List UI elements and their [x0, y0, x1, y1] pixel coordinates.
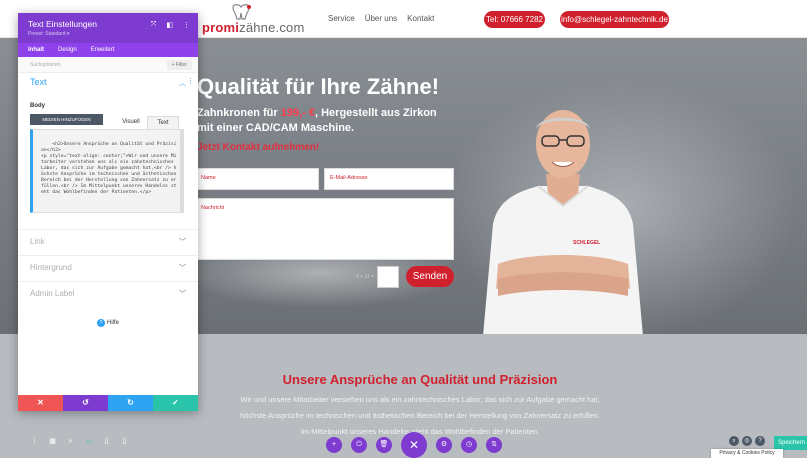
tab-text[interactable]: Text	[147, 116, 179, 129]
chevron-down-icon: ﹀	[179, 291, 186, 298]
section-link-toggle[interactable]: Link ﹀	[18, 229, 198, 253]
hero-cta: Jetzt Kontakt aufnehmen!	[197, 142, 320, 153]
person-image: SCHLEGEL	[483, 110, 643, 334]
captcha-input[interactable]	[377, 266, 399, 288]
email-input[interactable]: E-Mail-Adresse	[324, 168, 454, 190]
tab-erweitert[interactable]: Erweitert	[91, 43, 115, 57]
save-changes-button[interactable]: ✓	[153, 395, 198, 411]
section-admin-label: Admin Label	[30, 289, 75, 298]
save-button[interactable]: Speichern	[774, 436, 807, 450]
discard-button[interactable]: ✕	[18, 395, 63, 411]
chevron-up-icon: ︿	[179, 80, 186, 87]
hero-subtitle: Zahnkronen für 199,- €, Hergestellt aus …	[197, 107, 437, 134]
desktop-icon[interactable]: ▭	[84, 437, 93, 446]
site-logo[interactable]: promizähne.com	[196, 4, 304, 36]
panel-header-icons: ⤧ ◧ ⋮	[151, 21, 190, 29]
text-settings-panel: Text Einstellungen Preset: Standard ▾ ⤧ …	[18, 13, 198, 411]
captcha-label: 4 + 11 =	[356, 274, 374, 280]
body-text-editor[interactable]: <h2>Unsere Ansprüche an Qualität und Prä…	[30, 129, 184, 213]
nav-ueber-uns[interactable]: Über uns	[365, 14, 397, 23]
layers-icon[interactable]: ◎	[742, 436, 752, 446]
options-search: Suchoptionen + Filter	[18, 57, 198, 73]
hero-title: Qualität für Ihre Zähne!	[197, 74, 440, 99]
editor-tabs: Visuell Text	[115, 116, 179, 129]
more-icon[interactable]: ⋮	[183, 21, 190, 29]
email-button[interactable]: info@schlegel-zahntechnik.de	[560, 11, 669, 28]
tablet-icon[interactable]: ▯	[102, 437, 111, 446]
section-background-toggle[interactable]: Hintergrund ﹀	[18, 255, 198, 279]
split-view-icon[interactable]: ◧	[166, 21, 173, 29]
body-label: Body	[30, 103, 45, 109]
power-icon[interactable]: ⏻	[351, 437, 367, 453]
panel-footer: ✕ ↺ ↻ ✓	[18, 395, 198, 411]
section-text-toggle[interactable]: Text ︿ ⋮	[18, 73, 198, 91]
preset-select[interactable]: Preset: Standard ▾	[28, 31, 69, 37]
chevron-down-icon: ﹀	[179, 239, 186, 246]
trash-icon[interactable]: 🗑	[376, 437, 392, 453]
close-icon[interactable]: ✕	[401, 432, 427, 458]
builder-view-controls: ⋮ ▦ ⌕ ▭ ▯ ▯	[30, 437, 129, 446]
privacy-cookies-link[interactable]: Privacy & Cookies Policy	[711, 449, 783, 458]
shirt-logo-text: SCHLEGEL	[573, 240, 600, 246]
add-media-button[interactable]: MEDIEN HINZUFÜGEN	[30, 114, 103, 125]
help-icon[interactable]: ?	[755, 436, 765, 446]
filter-button[interactable]: + Filter	[166, 60, 192, 70]
hero-price: 199,- €	[280, 107, 315, 119]
help-icon: ?	[96, 319, 105, 327]
tab-visual[interactable]: Visuell	[115, 116, 147, 129]
phone-button[interactable]: Tel: 07666 7282	[484, 11, 545, 28]
help-link[interactable]: ? Hilfe	[18, 319, 198, 327]
editor-scrollbar[interactable]	[180, 130, 183, 212]
nav-service[interactable]: Service	[328, 14, 355, 23]
section-text-label: Text	[30, 77, 47, 87]
tab-design[interactable]: Design	[58, 43, 77, 57]
section-admin-label-toggle[interactable]: Admin Label ﹀	[18, 281, 198, 305]
history-icon[interactable]: ◷	[461, 437, 477, 453]
expand-icon[interactable]: ⤧	[151, 21, 157, 29]
logo-text: promizähne.com	[202, 20, 305, 35]
builder-page-controls: + ⏻ 🗑 ✕ ⚙ ◷ ⇅	[326, 432, 502, 458]
panel-header[interactable]: Text Einstellungen Preset: Standard ▾ ⤧ …	[18, 13, 198, 43]
section-background-label: Hintergrund	[30, 263, 72, 272]
chevron-down-icon: ﹀	[179, 265, 186, 272]
phone-icon[interactable]: ▯	[120, 437, 129, 446]
sort-icon[interactable]: ⇅	[486, 437, 502, 453]
section-link-label: Link	[30, 237, 45, 246]
search-input[interactable]: Suchoptionen	[30, 62, 61, 68]
redo-button[interactable]: ↻	[108, 395, 153, 411]
panel-title: Text Einstellungen	[28, 19, 97, 29]
builder-right-controls: ⌕ ◎ ?	[729, 436, 765, 446]
menu-icon[interactable]: ⋮	[30, 437, 39, 446]
gear-icon[interactable]: ⚙	[436, 437, 452, 453]
name-input[interactable]: Name	[195, 168, 319, 190]
main-nav: Service Über uns Kontakt	[328, 14, 434, 23]
send-button[interactable]: Senden	[406, 266, 454, 287]
wireframe-icon[interactable]: ▦	[48, 437, 57, 446]
add-icon[interactable]: +	[326, 437, 342, 453]
nav-kontakt[interactable]: Kontakt	[407, 14, 434, 23]
more-icon[interactable]: ⋮	[187, 77, 194, 85]
zoom-icon[interactable]: ⌕	[66, 437, 75, 446]
message-input[interactable]: Nachricht	[195, 198, 454, 260]
panel-tabs: Inhalt Design Erweitert	[18, 43, 198, 57]
tab-inhalt[interactable]: Inhalt	[28, 43, 44, 57]
search-icon[interactable]: ⌕	[729, 436, 739, 446]
undo-button[interactable]: ↺	[63, 395, 108, 411]
